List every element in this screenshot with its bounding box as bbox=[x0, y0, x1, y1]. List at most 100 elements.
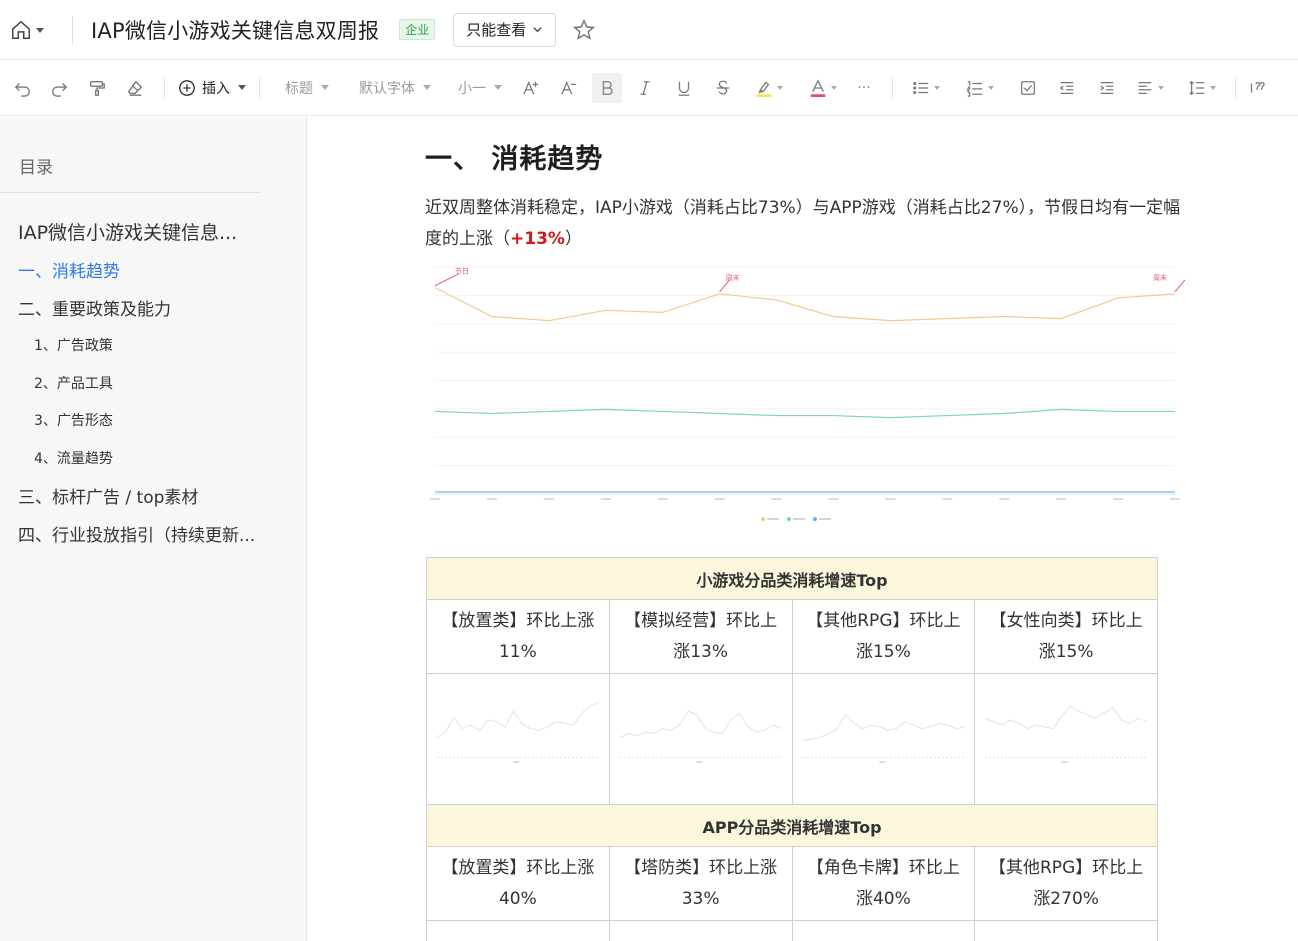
series-line-0 bbox=[434, 287, 1176, 322]
format-painter-button[interactable] bbox=[78, 73, 116, 103]
table-cell bbox=[974, 920, 1158, 941]
table-cell: 【其他RPG】环比上涨270% bbox=[974, 846, 1158, 921]
highlighter-icon bbox=[756, 81, 772, 97]
toc-item-consumption-trend[interactable]: 一、消耗趋势 bbox=[0, 251, 270, 289]
legend-swatch-0 bbox=[761, 517, 765, 521]
toc-item-label: 2、产品工具 bbox=[34, 375, 113, 392]
x-tick-mark bbox=[885, 498, 896, 500]
category-growth-table: 小游戏分品类消耗增速Top 【放置类】环比上涨11% 【模拟经营】环比上涨13%… bbox=[426, 557, 1158, 941]
editor-toolbar: 插入 标题 默认字体 小一 ··· bbox=[0, 60, 1298, 116]
header-divider bbox=[72, 15, 73, 44]
x-tick-mark bbox=[486, 498, 497, 500]
undo-button[interactable] bbox=[6, 73, 40, 103]
numbered-list-icon bbox=[967, 80, 983, 97]
indent-icon bbox=[1100, 81, 1114, 94]
format-painter-icon bbox=[90, 80, 105, 96]
underline-icon bbox=[678, 81, 690, 96]
toc-item-label: 三、标杆广告 / top素材 bbox=[18, 488, 199, 509]
italic-button[interactable] bbox=[626, 73, 664, 103]
sparkline-cell bbox=[608, 673, 793, 805]
align-dropdown[interactable] bbox=[1127, 73, 1173, 103]
document-title: IAP微信小游戏关键信息双周报 bbox=[91, 18, 380, 43]
toc-item-document[interactable]: IAP微信小游戏关键信息... bbox=[0, 213, 270, 251]
document-body[interactable]: 一、 消耗趋势 近双周整体消耗稳定，IAP小游戏（消耗占比73%）与APP游戏（… bbox=[308, 117, 1298, 941]
more-button[interactable]: ··· bbox=[846, 73, 882, 103]
sparkline-chart bbox=[802, 713, 965, 763]
series-line-1 bbox=[434, 408, 1175, 419]
bold-button[interactable] bbox=[592, 72, 622, 103]
sparkline-tick bbox=[696, 761, 703, 763]
caret-down-icon bbox=[238, 85, 246, 90]
toc-item-label: 1、广告政策 bbox=[34, 337, 113, 354]
heading-dropdown[interactable]: 标题 bbox=[276, 73, 338, 103]
toc-item-product-tools[interactable]: 2、产品工具 bbox=[0, 364, 270, 402]
font-family-dropdown[interactable]: 默认字体 bbox=[352, 73, 438, 103]
toc-title: 目录 bbox=[19, 158, 53, 178]
undo-icon bbox=[14, 82, 30, 97]
sparkline-chart bbox=[984, 705, 1148, 763]
chevron-down-icon bbox=[533, 27, 542, 33]
toc-item-benchmark-ads[interactable]: 三、标杆广告 / top素材 bbox=[0, 477, 270, 515]
sparkline-series bbox=[619, 710, 782, 738]
quote-button[interactable] bbox=[1246, 73, 1266, 103]
redo-icon bbox=[52, 82, 68, 97]
redo-button[interactable] bbox=[40, 73, 78, 103]
insert-dropdown[interactable]: 插入 bbox=[175, 73, 249, 103]
table-cell: 【塔防类】环比上涨33% bbox=[608, 846, 793, 921]
outdent-button[interactable] bbox=[1047, 73, 1087, 103]
font-size-dropdown[interactable]: 小一 bbox=[452, 73, 508, 103]
x-tick-mark bbox=[1170, 498, 1180, 500]
font-color-icon bbox=[810, 78, 826, 97]
checkbox-icon bbox=[1021, 80, 1035, 95]
consumption-trend-chart: 节日周末 周末 bbox=[430, 266, 1185, 521]
align-left-icon bbox=[1138, 81, 1152, 94]
italic-icon bbox=[640, 80, 650, 95]
legend-entry-0 bbox=[767, 518, 779, 520]
caret-down-icon bbox=[1210, 85, 1216, 90]
checklist-button[interactable] bbox=[1009, 73, 1047, 103]
line-spacing-dropdown[interactable] bbox=[1179, 73, 1225, 103]
legend-entry-1 bbox=[793, 518, 805, 520]
x-tick-mark bbox=[771, 498, 782, 500]
sparkline-series bbox=[984, 705, 1148, 730]
toolbar-divider bbox=[892, 76, 893, 99]
toc-item-ad-formats[interactable]: 3、广告形态 bbox=[0, 401, 270, 439]
toc-item-traffic-trend[interactable]: 4、流量趋势 bbox=[0, 439, 270, 477]
table-of-contents: 目录 IAP微信小游戏关键信息... 一、消耗趋势 二、重要政策及能力 1、广告… bbox=[0, 117, 307, 941]
increase-font-button[interactable] bbox=[512, 73, 550, 103]
font-color-button[interactable] bbox=[800, 73, 846, 103]
caret-down-icon bbox=[988, 85, 994, 90]
annotation-label: 周末 bbox=[726, 273, 740, 282]
clear-format-button[interactable] bbox=[116, 73, 154, 103]
toc-item-ad-policy[interactable]: 1、广告政策 bbox=[0, 326, 270, 364]
indent-button[interactable] bbox=[1087, 73, 1127, 103]
sparkline-tick bbox=[1061, 761, 1068, 763]
line-spacing-icon bbox=[1189, 80, 1205, 95]
x-tick-mark bbox=[543, 498, 554, 500]
decrease-font-button[interactable] bbox=[550, 73, 588, 103]
legend-swatch-2 bbox=[813, 517, 817, 521]
toc-item-industry-guide[interactable]: 四、行业投放指引（持续更新... bbox=[0, 515, 270, 553]
caret-down-icon bbox=[777, 85, 783, 90]
numbered-list-button[interactable] bbox=[955, 73, 1005, 103]
caret-down-icon bbox=[423, 85, 431, 90]
highlight-color-button[interactable] bbox=[746, 73, 792, 103]
star-icon[interactable] bbox=[572, 18, 596, 42]
table-cell bbox=[426, 920, 610, 941]
x-tick-mark bbox=[657, 498, 668, 500]
toc-item-label: 二、重要政策及能力 bbox=[18, 299, 171, 320]
bullet-list-button[interactable] bbox=[903, 73, 949, 103]
toolbar-divider bbox=[259, 76, 260, 99]
view-mode-dropdown[interactable]: 只能查看 bbox=[453, 12, 557, 47]
quote-icon bbox=[1250, 81, 1265, 92]
toc-item-label: 3、广告形态 bbox=[34, 413, 113, 430]
underline-button[interactable] bbox=[664, 73, 704, 103]
home-button[interactable] bbox=[10, 12, 58, 48]
toc-item-label: 4、流量趋势 bbox=[34, 450, 113, 467]
x-tick-mark bbox=[714, 498, 725, 500]
toc-item-policies[interactable]: 二、重要政策及能力 bbox=[0, 288, 270, 326]
insert-label: 插入 bbox=[202, 80, 230, 97]
mini-game-table-header: 小游戏分品类消耗增速Top bbox=[426, 557, 1158, 600]
strikethrough-button[interactable] bbox=[704, 73, 742, 103]
x-tick-mark bbox=[828, 498, 839, 500]
